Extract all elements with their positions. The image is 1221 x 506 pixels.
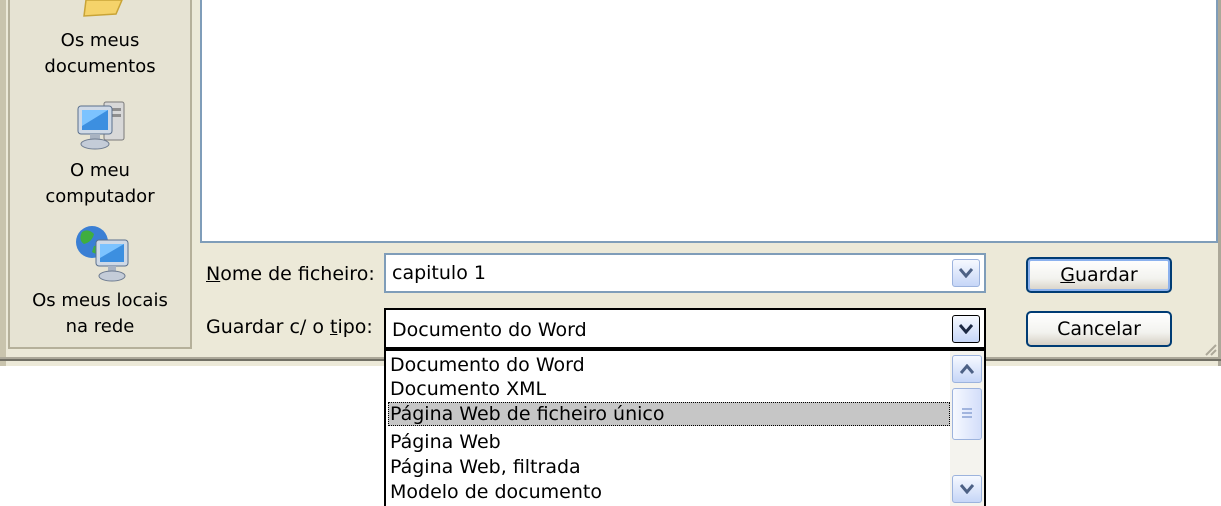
scroll-down-button[interactable] <box>952 475 982 503</box>
chevron-down-icon <box>959 324 973 334</box>
list-item[interactable]: Página Web, filtrada <box>388 455 950 479</box>
filetype-combobox[interactable]: Documento do Word <box>384 308 986 349</box>
list-item-selected[interactable]: Página Web de ficheiro único <box>388 402 950 426</box>
places-item-label: Os meus documentos <box>44 30 156 77</box>
chevron-down-icon <box>960 484 974 494</box>
chevron-up-icon <box>960 364 974 374</box>
filetype-select-value: Documento do Word <box>392 319 587 341</box>
file-list-view[interactable] <box>200 0 1218 243</box>
scroll-thumb[interactable] <box>952 388 982 440</box>
places-item-my-computer[interactable]: O meu computador <box>10 158 190 210</box>
dropdown-scrollbar[interactable] <box>950 351 984 506</box>
save-button[interactable]: Guardar <box>1026 257 1172 293</box>
list-item[interactable]: Documento do Word <box>388 353 950 377</box>
list-item[interactable]: Modelo de documento <box>388 480 950 504</box>
filetype-dropdown-list[interactable]: Documento do Word Documento XML Página W… <box>384 349 986 506</box>
dialog-frame-left <box>0 0 6 366</box>
network-places-icon <box>76 226 129 282</box>
list-item[interactable]: Documento XML <box>388 377 950 401</box>
folder-icon <box>83 0 123 17</box>
places-item-network[interactable]: Os meus locais na rede <box>10 288 190 340</box>
filetype-dropdown-button[interactable] <box>952 315 980 343</box>
filename-input[interactable]: capitulo 1 <box>392 261 486 285</box>
filename-label: Nome de ficheiro: <box>206 263 375 285</box>
chevron-down-icon <box>959 268 973 278</box>
places-item-label: O meu computador <box>45 160 155 207</box>
places-item-my-documents[interactable]: Os meus documentos <box>10 28 190 80</box>
places-item-label: Os meus locais na rede <box>32 290 168 337</box>
resize-grip-icon[interactable] <box>1203 342 1217 356</box>
grip-lines-icon <box>962 408 972 418</box>
cancel-button[interactable]: Cancelar <box>1026 311 1172 347</box>
filename-dropdown-button[interactable] <box>952 259 980 287</box>
save-as-dialog: Os meus documentos O meu computador Os m… <box>0 0 1221 366</box>
list-item[interactable]: Página Web <box>388 430 950 454</box>
computer-icon <box>77 101 125 150</box>
places-bar: Os meus documentos O meu computador Os m… <box>8 0 192 349</box>
filetype-label: Guardar c/ o tipo: <box>206 316 373 338</box>
scroll-up-button[interactable] <box>952 355 982 383</box>
filename-combobox[interactable]: capitulo 1 <box>384 253 986 293</box>
